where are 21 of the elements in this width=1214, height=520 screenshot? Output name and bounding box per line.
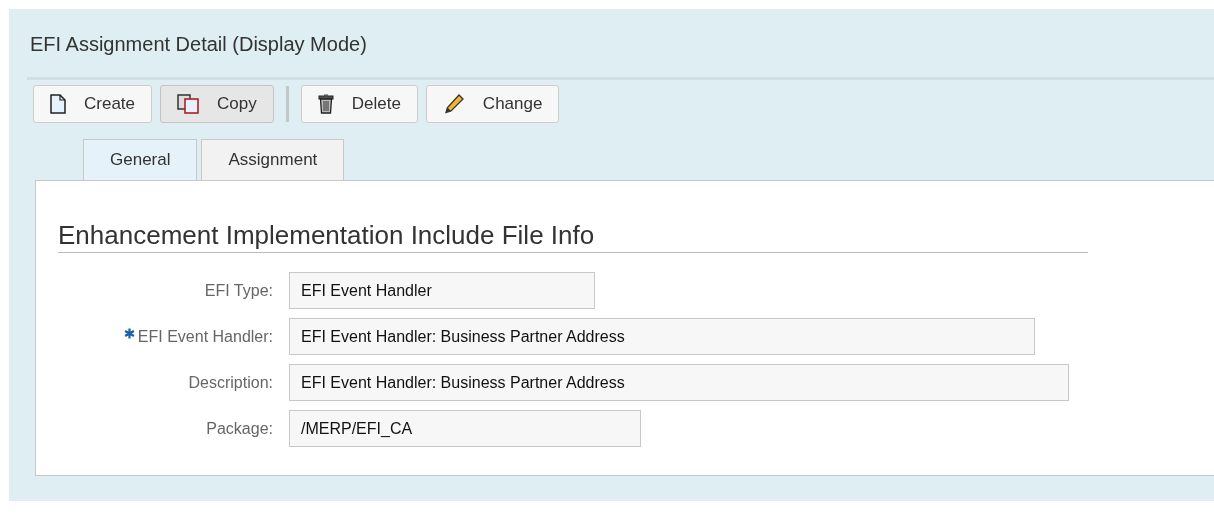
- required-icon: [123, 328, 135, 339]
- field-label: EFI Type:: [204, 280, 273, 301]
- create-button[interactable]: Create: [33, 85, 153, 123]
- field-label: EFI Event Handler:: [137, 326, 273, 347]
- change-button[interactable]: Change: [425, 85, 560, 123]
- pencil-icon: [442, 93, 465, 115]
- trash-icon: [317, 94, 334, 114]
- copy-button[interactable]: Copy: [160, 85, 274, 123]
- field-label: Package:: [206, 418, 273, 439]
- window-title: EFI Assignment Detail (Display Mode): [30, 32, 368, 57]
- tab[interactable]: General: [83, 139, 198, 180]
- input-field[interactable]: /MERP/EFI_CA: [289, 410, 641, 447]
- input-field[interactable]: EFI Event Handler: Business Partner Address: [289, 318, 1035, 355]
- input-field[interactable]: EFI Event Handler: Business Partner Address: [289, 364, 1069, 401]
- copy-icon: [177, 94, 200, 114]
- input-field[interactable]: EFI Event Handler: [289, 272, 595, 309]
- field-label: Description:: [188, 372, 273, 393]
- document-icon: [50, 94, 66, 114]
- section-title: Enhancement Implementation Include File Info: [58, 219, 1088, 253]
- tab[interactable]: Assignment: [201, 139, 345, 180]
- delete-button[interactable]: Delete: [300, 85, 418, 123]
